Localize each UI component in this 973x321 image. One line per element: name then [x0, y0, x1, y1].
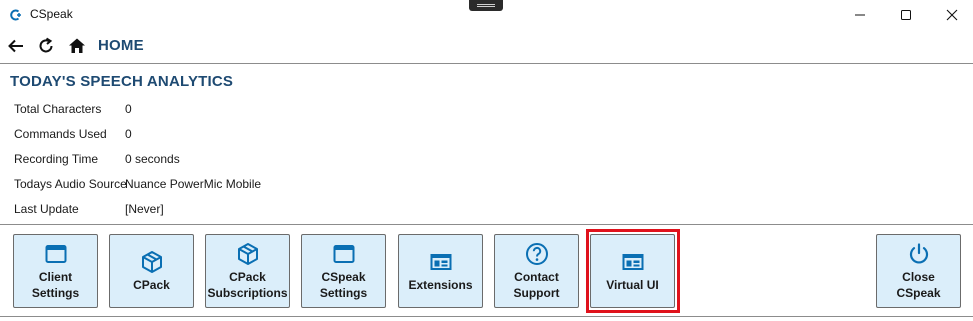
maximize-button[interactable]	[883, 0, 929, 30]
stat-label: Last Update	[14, 202, 79, 216]
close-window-button[interactable]	[929, 0, 973, 30]
window-icon	[332, 242, 356, 266]
cpack-subscriptions-button[interactable]: CPack Subscriptions	[205, 234, 290, 308]
package-icon	[236, 242, 260, 266]
content-divider	[0, 224, 973, 225]
stat-label: Total Characters	[14, 102, 102, 116]
highlight-box	[586, 229, 680, 313]
stat-value: 0 seconds	[125, 152, 180, 166]
stat-value: 0	[125, 102, 132, 116]
back-arrow-icon[interactable]	[6, 36, 26, 56]
extensions-button[interactable]: Extensions	[398, 234, 483, 308]
cpack-button[interactable]: CPack	[109, 234, 194, 308]
question-icon	[525, 242, 549, 266]
button-label: CPack Subscriptions	[207, 269, 288, 300]
stat-label: Todays Audio Source	[14, 177, 127, 191]
cspeak-settings-button[interactable]: CSpeak Settings	[301, 234, 386, 308]
minimize-icon	[855, 14, 865, 16]
stat-value: 0	[125, 127, 132, 141]
title-bar: CSpeak	[0, 0, 973, 30]
power-icon	[907, 242, 931, 266]
window-title: CSpeak	[30, 7, 73, 21]
package-icon	[140, 250, 164, 274]
drag-handle[interactable]	[469, 0, 503, 11]
page-title: HOME	[98, 37, 144, 54]
button-label: Contact Support	[513, 269, 560, 300]
button-label: Client Settings	[31, 269, 80, 300]
layout-icon	[429, 250, 453, 274]
close-icon	[946, 9, 958, 21]
button-label: CSpeak Settings	[319, 269, 368, 300]
close-cspeak-button[interactable]: Close CSpeak	[876, 234, 961, 308]
cspeak-logo-icon	[9, 8, 23, 22]
maximize-icon	[901, 10, 911, 20]
window-icon	[44, 242, 68, 266]
home-icon[interactable]	[67, 36, 87, 56]
stat-value: Nuance PowerMic Mobile	[125, 177, 262, 191]
button-label: CPack	[133, 277, 170, 292]
button-label: Extensions	[408, 277, 473, 292]
cspeak-window: CSpeak HOME TODAY'S SPEECH ANALYTICS Tot…	[0, 0, 973, 321]
bottom-divider	[0, 316, 973, 317]
minimize-button[interactable]	[837, 0, 883, 30]
button-label: Close CSpeak	[896, 269, 941, 300]
stat-label: Recording Time	[14, 152, 99, 166]
client-settings-button[interactable]: Client Settings	[13, 234, 98, 308]
refresh-icon[interactable]	[36, 36, 56, 56]
contact-support-button[interactable]: Contact Support	[494, 234, 579, 308]
nav-divider	[0, 63, 973, 64]
stat-label: Commands Used	[14, 127, 107, 141]
nav-bar: HOME	[0, 32, 973, 60]
analytics-title: TODAY'S SPEECH ANALYTICS	[10, 73, 234, 90]
stat-value: [Never]	[125, 202, 164, 216]
